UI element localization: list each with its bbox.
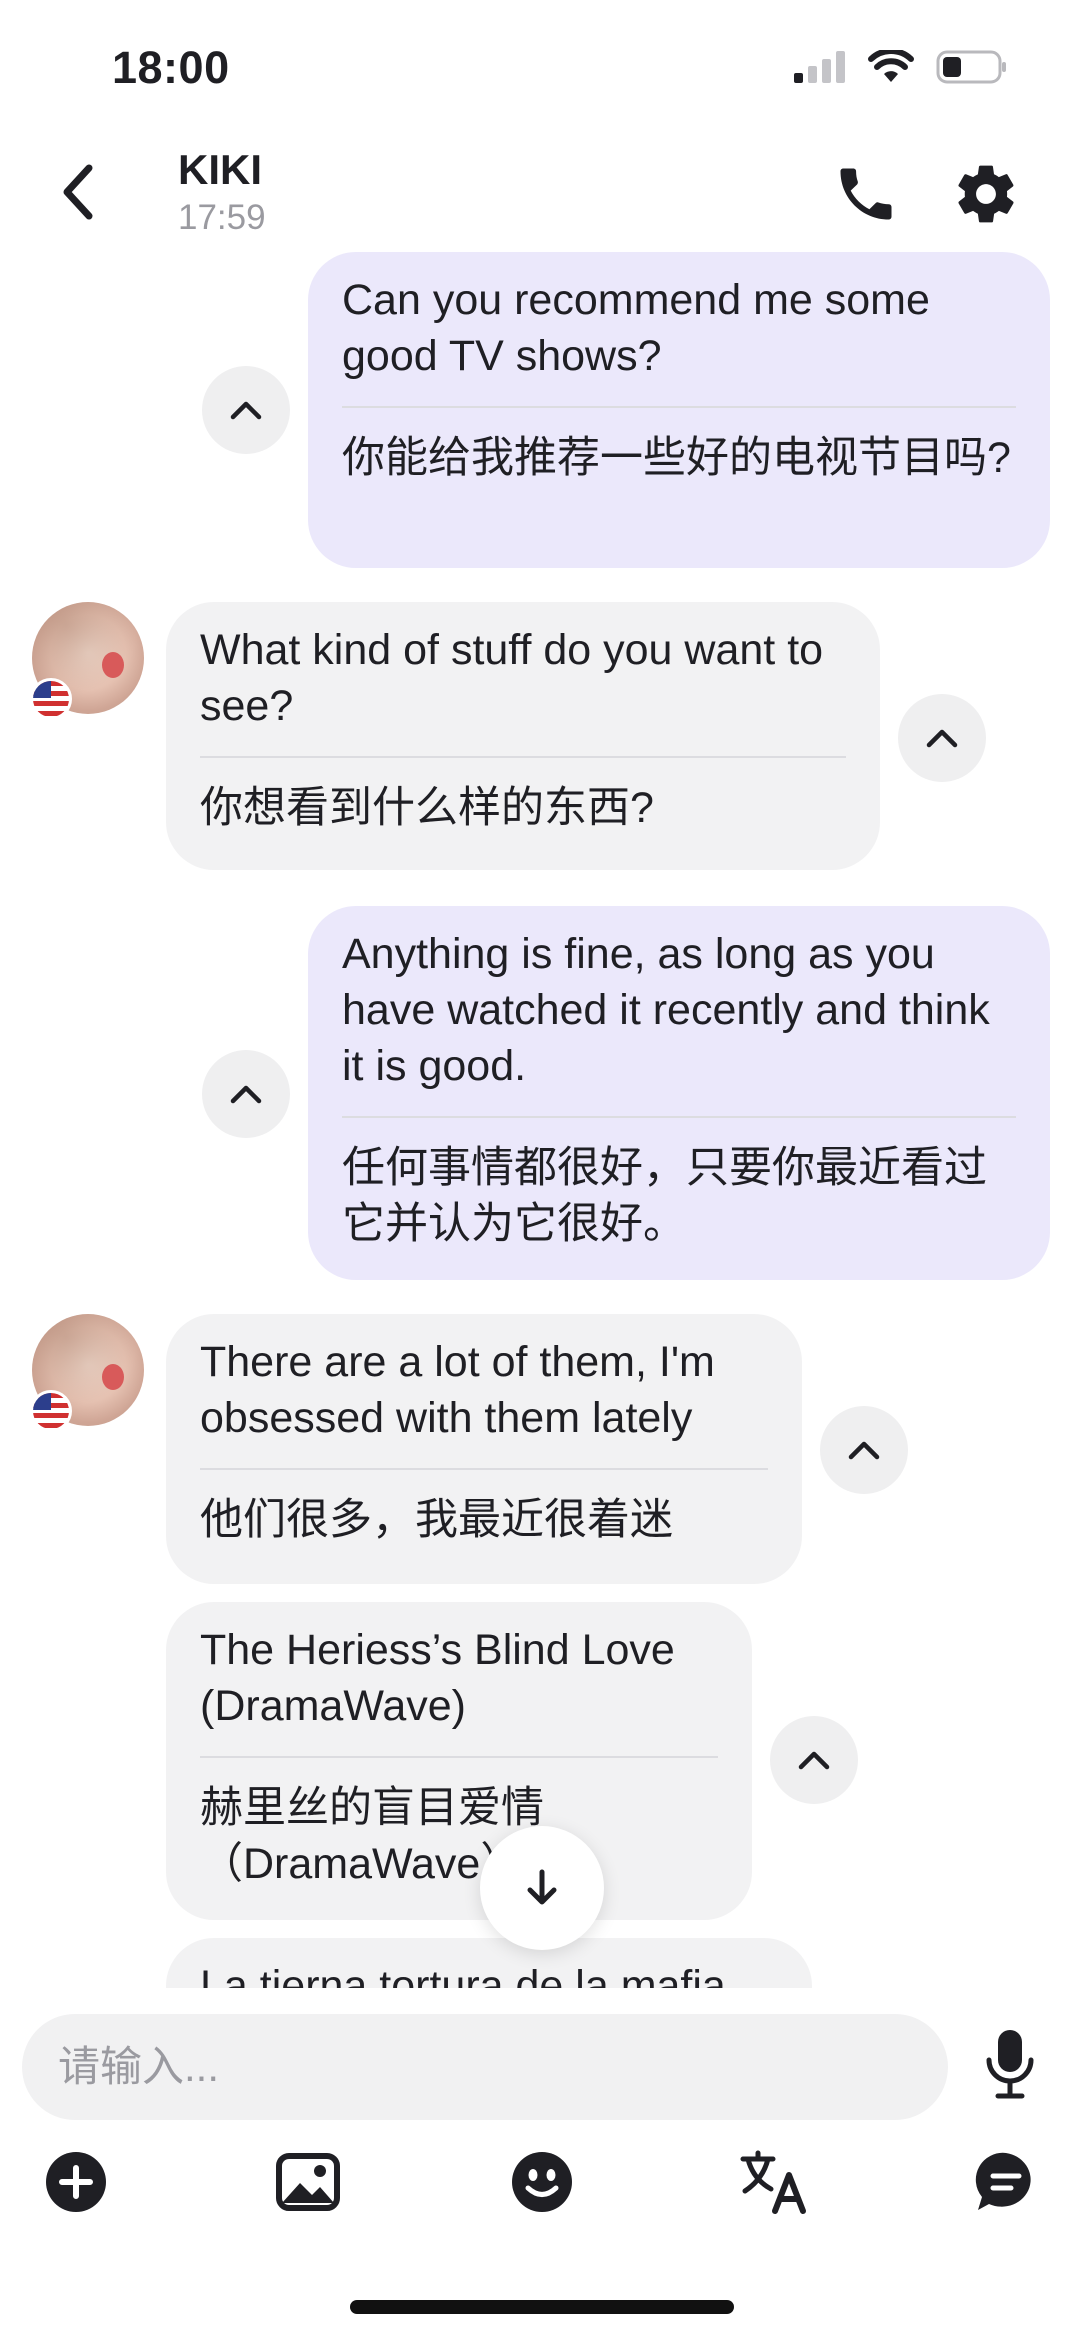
message-text: There are a lot of them, I'm obsessed wi… (200, 1338, 715, 1442)
message-bubble-incoming[interactable]: There are a lot of them, I'm obsessed wi… (166, 1314, 802, 1584)
contact-avatar[interactable] (30, 1314, 144, 1432)
plus-icon (46, 2152, 106, 2212)
message-input-container[interactable] (22, 2014, 948, 2120)
message-text: What kind of stuff do you want to see? (200, 626, 824, 730)
voice-input-button[interactable] (978, 2024, 1042, 2104)
us-flag-icon (30, 678, 72, 720)
chevron-up-icon (230, 401, 262, 420)
home-indicator (350, 2300, 734, 2314)
message-translation: 任何事情都很好，只要你最近看过它并认为它很好。 (342, 1144, 987, 1248)
collapse-translation-button[interactable] (202, 366, 290, 454)
message-bubble-incoming[interactable]: The Heriess’s Blind Love (DramaWave) 赫里丝… (166, 1602, 752, 1920)
status-icons (794, 50, 1008, 84)
message-bubble-incoming[interactable]: La tierna tortura de la mafia (166, 1938, 812, 1988)
emoji-button[interactable] (506, 2146, 578, 2218)
message-bubble-incoming[interactable]: What kind of stuff do you want to see? 你… (166, 602, 880, 870)
collapse-translation-button[interactable] (898, 694, 986, 782)
translation-divider (342, 406, 1016, 408)
message-list[interactable]: Can you recommend me some good TV shows?… (0, 250, 1080, 1988)
wifi-icon (868, 50, 914, 82)
chat-bubble-icon (975, 2152, 1031, 2210)
call-button[interactable] (832, 160, 900, 228)
signal-icon (794, 51, 845, 83)
settings-button[interactable] (952, 160, 1020, 228)
translation-divider (200, 756, 846, 758)
chevron-up-icon (798, 1751, 830, 1770)
chevron-left-icon (63, 164, 93, 220)
arrow-down-icon (527, 1869, 557, 1905)
chevron-up-icon (926, 729, 958, 748)
message-text: The Heriess’s Blind Love (DramaWave) (200, 1626, 675, 1730)
translate-icon (740, 2150, 806, 2214)
phone-icon (840, 168, 892, 220)
chevron-up-icon (848, 1441, 880, 1460)
message-input[interactable] (56, 2042, 914, 2092)
scroll-to-bottom-button[interactable] (480, 1826, 604, 1950)
translation-divider (200, 1756, 718, 1758)
message-translation: 他们很多，我最近很着迷 (200, 1496, 673, 1544)
microphone-icon (986, 2030, 1034, 2099)
image-button[interactable] (272, 2146, 344, 2218)
collapse-translation-button[interactable] (770, 1716, 858, 1804)
message-text: La tierna tortura de la mafia (200, 1962, 726, 1988)
collapse-translation-button[interactable] (202, 1050, 290, 1138)
contact-name[interactable]: KIKI (178, 146, 262, 194)
back-button[interactable] (52, 160, 102, 224)
message-translation: 你想看到什么样的东西? (200, 784, 654, 832)
message-translation: 赫里丝的盲目爱情（DramaWave） (200, 1784, 544, 1888)
image-icon (276, 2153, 340, 2211)
message-text: Can you recommend me some good TV shows? (342, 276, 930, 380)
message-translation: 你能给我推荐一些好的电视节目吗? (342, 434, 1011, 482)
quick-reply-button[interactable] (970, 2146, 1042, 2218)
status-time: 18:00 (112, 42, 230, 93)
add-attachment-button[interactable] (40, 2146, 112, 2218)
contact-avatar[interactable] (30, 602, 144, 720)
translate-button[interactable] (738, 2146, 810, 2218)
last-seen-time: 17:59 (178, 198, 266, 237)
translation-divider (200, 1468, 768, 1470)
emoji-icon (512, 2152, 572, 2212)
chevron-up-icon (230, 1085, 262, 1104)
collapse-translation-button[interactable] (820, 1406, 908, 1494)
battery-icon (936, 50, 1006, 84)
message-text: Anything is fine, as long as you have wa… (342, 930, 990, 1090)
gear-icon (958, 165, 1014, 223)
message-bubble-outgoing[interactable]: Anything is fine, as long as you have wa… (308, 906, 1050, 1280)
us-flag-icon (30, 1390, 72, 1432)
translation-divider (342, 1116, 1016, 1118)
message-bubble-outgoing[interactable]: Can you recommend me some good TV shows?… (308, 252, 1050, 568)
